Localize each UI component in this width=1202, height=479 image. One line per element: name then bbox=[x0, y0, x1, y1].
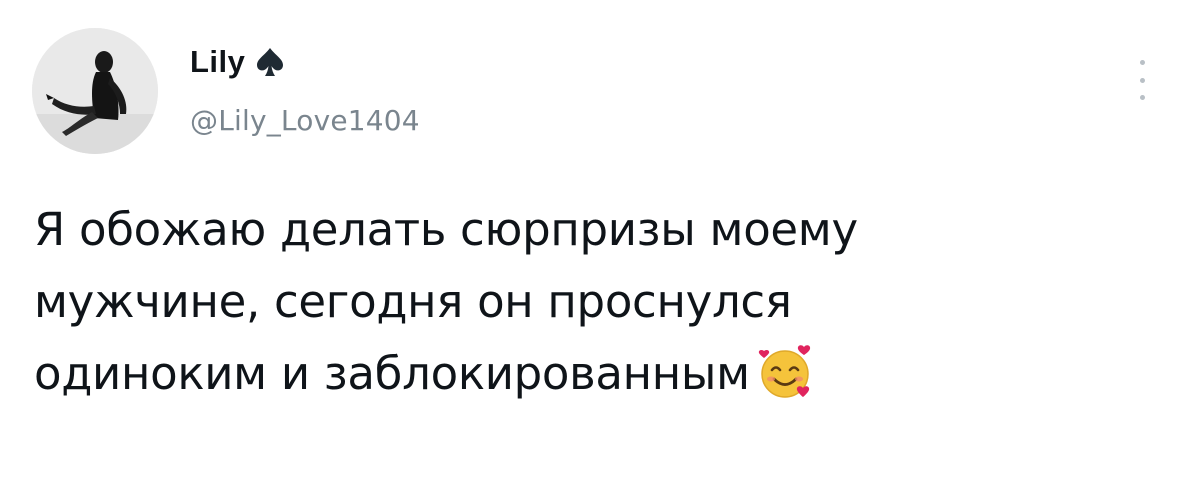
tweet-line: Я обожаю делать сюрпризы моему bbox=[34, 203, 858, 256]
profile-photo-icon bbox=[32, 28, 158, 154]
more-options-button[interactable] bbox=[1134, 60, 1150, 100]
avatar[interactable] bbox=[32, 28, 158, 154]
tweet-text: Я обожаю делать сюрпризы моему мужчине, … bbox=[34, 194, 1114, 410]
display-name[interactable]: Lily bbox=[190, 44, 245, 80]
tweet-card: Lily @Lily_Love1404 Я обожаю делать сюрп… bbox=[0, 0, 1202, 479]
more-vertical-icon bbox=[1139, 60, 1145, 65]
tweet-line-last: одиноким и заблокированным bbox=[34, 338, 1114, 410]
author-handle[interactable]: @Lily_Love1404 bbox=[190, 104, 420, 137]
tweet-line-text: одиноким и заблокированным bbox=[34, 347, 750, 400]
tweet-line: мужчине, сегодня он проснулся bbox=[34, 275, 792, 328]
more-vertical-icon bbox=[1139, 95, 1145, 100]
more-vertical-icon bbox=[1139, 77, 1145, 83]
author-name-row[interactable]: Lily bbox=[190, 42, 285, 82]
spade-icon bbox=[255, 46, 285, 78]
smiling-face-with-hearts-icon bbox=[756, 343, 814, 401]
